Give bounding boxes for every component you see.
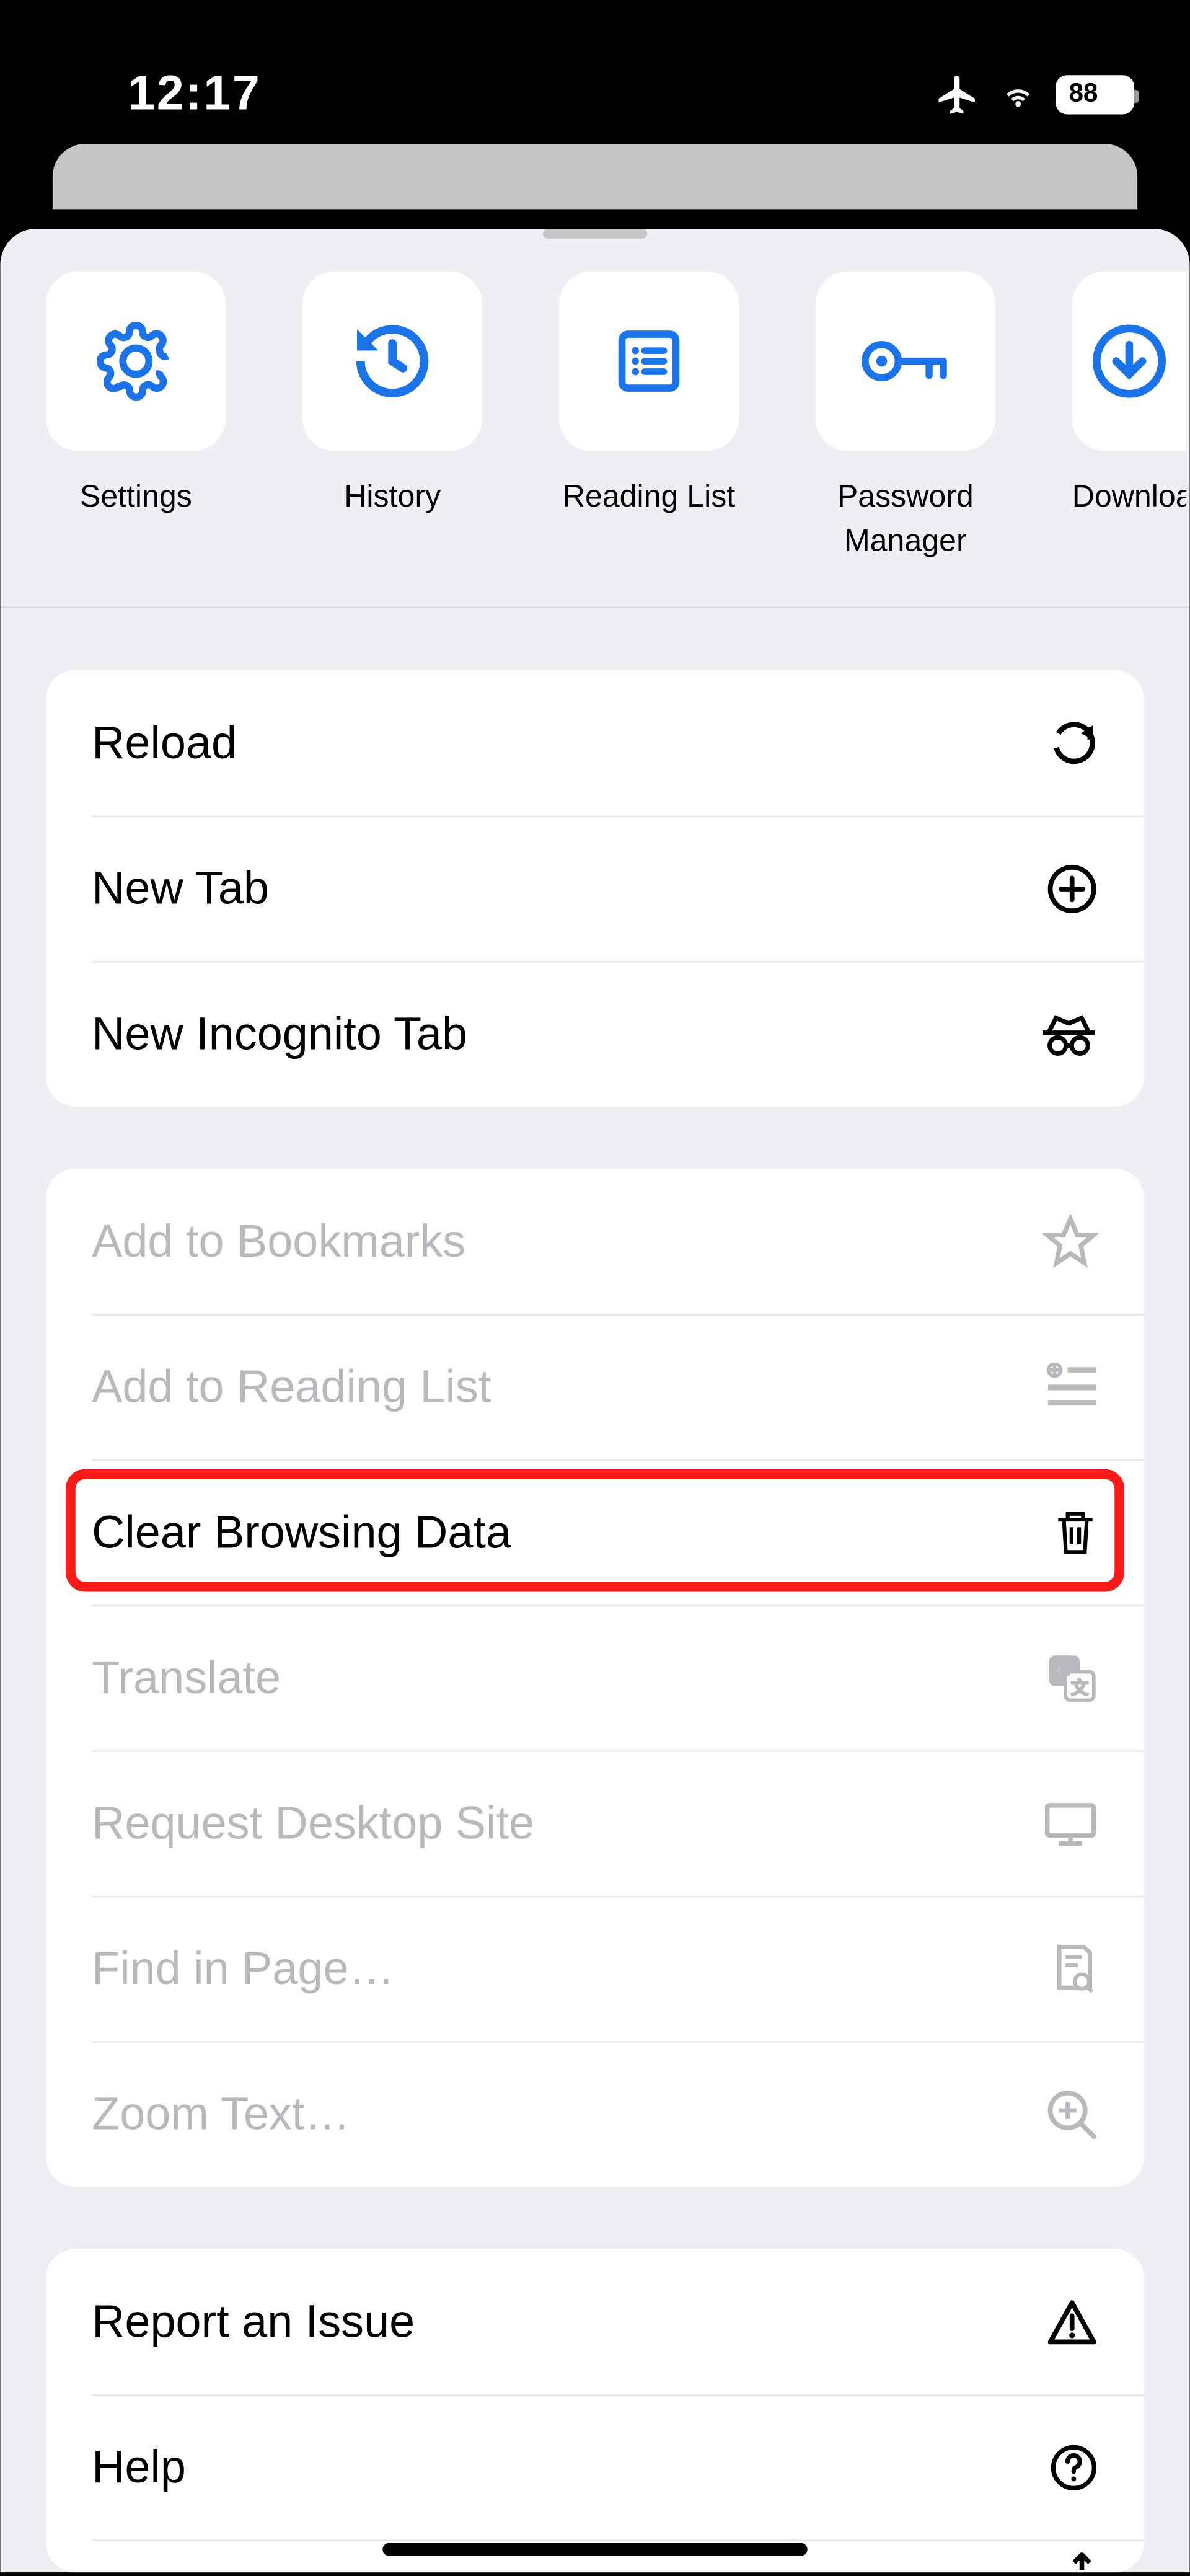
menu-group-1: Reload New Tab New Incognito Tab — [46, 670, 1144, 1107]
quick-settings[interactable]: Settings — [46, 272, 226, 564]
menu-clear-browsing-data[interactable]: Clear Browsing Data — [46, 1459, 1144, 1605]
menu-zoom-text: Zoom Text… — [46, 2042, 1144, 2187]
translate-icon: G文 — [1046, 1652, 1098, 1704]
menu-add-bookmarks: Add to Bookmarks — [46, 1169, 1144, 1314]
help-icon — [1049, 2443, 1098, 2492]
download-icon — [1072, 272, 1187, 451]
menu-group-2: Add to Bookmarks Add to Reading List Cle… — [46, 1169, 1144, 2187]
status-icons: 88 — [935, 72, 1134, 118]
menu-find-in-page: Find in Page… — [46, 1896, 1144, 2042]
background-tab — [53, 144, 1137, 209]
quick-reading-list[interactable]: Reading List — [559, 272, 739, 564]
battery-icon: 88 — [1056, 75, 1134, 114]
trash-icon — [1052, 1507, 1098, 1559]
history-icon — [302, 272, 482, 451]
add-reading-list-icon — [1046, 1363, 1098, 1412]
plus-circle-icon — [1046, 862, 1098, 914]
wifi-icon — [997, 77, 1039, 113]
reading-list-icon — [559, 272, 739, 451]
quick-actions-row: Settings History Reading List Password M… — [0, 272, 1189, 609]
status-bar: 12:17 88 — [0, 0, 1189, 144]
arrow-icon — [1065, 2553, 1098, 2573]
home-indicator[interactable] — [382, 2543, 807, 2556]
star-icon — [1042, 1214, 1098, 1270]
reload-icon — [1049, 719, 1098, 768]
menu-add-reading-list: Add to Reading List — [46, 1314, 1144, 1460]
desktop-icon — [1042, 1799, 1098, 1848]
key-icon — [816, 272, 995, 451]
zoom-icon — [1046, 2088, 1098, 2140]
sheet-grabber[interactable] — [543, 229, 648, 239]
incognito-icon — [1039, 1009, 1098, 1058]
find-page-icon — [1049, 1941, 1098, 1997]
menu-new-tab[interactable]: New Tab — [46, 816, 1144, 962]
svg-text:G: G — [1057, 1660, 1070, 1680]
menu-sheet: Settings History Reading List Password M… — [0, 229, 1189, 2573]
quick-downloads[interactable]: Downloads — [1072, 272, 1187, 564]
menu-reload[interactable]: Reload — [46, 670, 1144, 816]
menu-report-issue[interactable]: Report an Issue — [46, 2249, 1144, 2395]
svg-text:文: 文 — [1071, 1678, 1088, 1697]
menu-group-3: Report an Issue Help — [46, 2249, 1144, 2573]
menu-help[interactable]: Help — [46, 2394, 1144, 2540]
menu-request-desktop-site: Request Desktop Site — [46, 1751, 1144, 1897]
gear-icon — [46, 272, 226, 451]
warning-icon — [1046, 2297, 1098, 2346]
quick-password-manager[interactable]: Password Manager — [816, 272, 995, 564]
menu-new-incognito-tab[interactable]: New Incognito Tab — [46, 961, 1144, 1107]
menu-translate: Translate G文 — [46, 1605, 1144, 1751]
airplane-icon — [935, 72, 981, 118]
quick-history[interactable]: History — [302, 272, 482, 564]
status-time: 12:17 — [128, 67, 261, 123]
